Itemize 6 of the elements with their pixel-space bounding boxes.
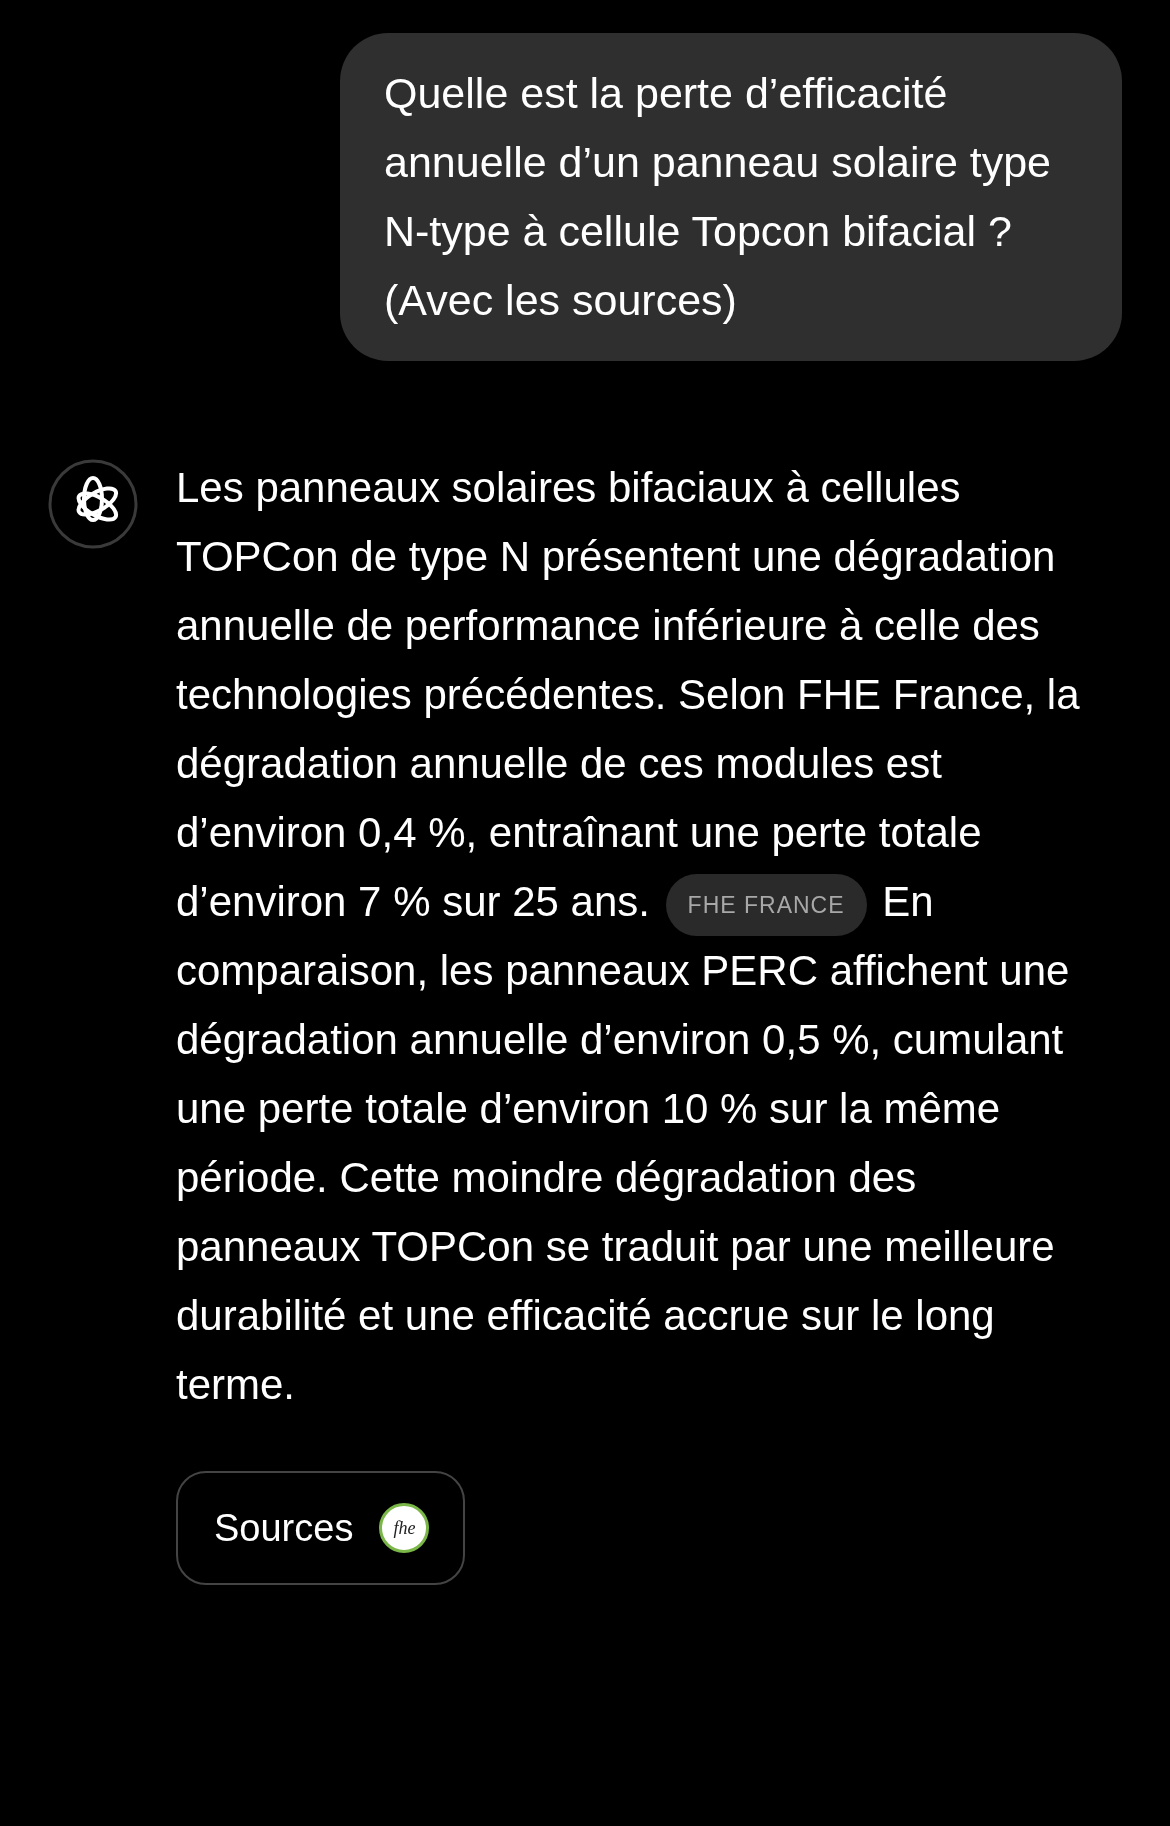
citation-link[interactable]: FHE FRANCE — [665, 873, 867, 936]
source-logo: fhe — [379, 1503, 430, 1553]
user-message-bubble: Quelle est la perte d’efficacité annuelle d’un panneau solaire type N-type à cellule Topcon bifacial ? (Avec les sources) — [340, 33, 1122, 361]
assistant-answer: Les panneaux solaires bifaciaux à cellules TOPCon de type N présentent une dégradation annuelle de performance inférieure à celle des technologies précédentes. Selon FHE France, la dégradation annuelle de ces modules est d’environ 0,4 %, entraînant une perte totale d’environ 7 % sur 25 ans. FHE FRANCE En comparaison, les panneaux PERC affichent une dégradation annuelle d’environ 0,5 %, cumulant une perte totale d’environ 10 % sur la même période. Cette moindre dégradation des panneaux TOPCon se traduit par une meilleure durabilité et une efficacité accrue sur le long terme. — [176, 463, 1081, 1410]
sources-button[interactable]: Sources fhe — [176, 1471, 466, 1585]
assistant-avatar-icon — [48, 459, 138, 549]
